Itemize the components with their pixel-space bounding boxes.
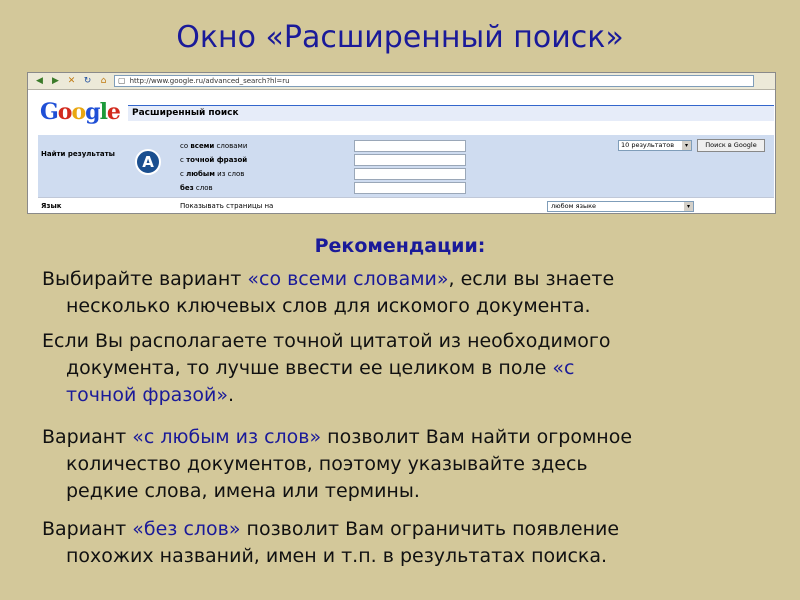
option-without-words: без слов (180, 184, 213, 192)
home-icon[interactable]: ⌂ (98, 76, 109, 87)
logo-letter: l (99, 99, 108, 125)
recommendation-2: Если Вы располагаете точной цитатой из н… (42, 330, 611, 406)
recommendations-title: Рекомендации: (314, 235, 486, 257)
language-value: любом языке (551, 202, 597, 210)
language-row: Язык Показывать страницы на любом языке … (38, 197, 774, 213)
address-url: http://www.google.ru/advanced_search?hl=… (129, 77, 290, 85)
forward-icon[interactable]: ▶ (50, 76, 61, 87)
exact-phrase-input[interactable] (354, 154, 466, 166)
all-words-input[interactable] (354, 140, 466, 152)
option-any-words: с любым из слов (180, 170, 245, 178)
google-search-button[interactable]: Поиск в Google (697, 139, 765, 152)
back-icon[interactable]: ◀ (34, 76, 45, 87)
address-bar[interactable]: ▢ http://www.google.ru/advanced_search?h… (114, 75, 754, 87)
recommendation-1: Выбирайте вариант «со всеми словами», ес… (42, 268, 615, 317)
google-logo[interactable]: Google (40, 99, 121, 125)
browser-screenshot: ◀ ▶ ✕ ↻ ⌂ ▢ http://www.google.ru/advance… (27, 72, 776, 214)
page-header: Расширенный поиск (128, 105, 774, 121)
slide-title: Окно «Расширенный поиск» (176, 20, 624, 55)
recommendation-3: Вариант «с любым из слов» позволит Вам н… (42, 426, 633, 502)
option-exact-phrase: с точной фразой (180, 156, 248, 164)
stop-icon[interactable]: ✕ (66, 76, 77, 87)
logo-letter: o (57, 99, 73, 125)
language-label: Язык (41, 202, 62, 210)
option-all-words: со всеми словами (180, 142, 248, 150)
without-words-input[interactable] (354, 182, 466, 194)
results-count-value: 10 результатов (621, 141, 675, 149)
language-select[interactable]: любом языке ▾ (547, 201, 694, 212)
browser-toolbar: ◀ ▶ ✕ ↻ ⌂ ▢ http://www.google.ru/advance… (28, 73, 775, 90)
language-text: Показывать страницы на (180, 202, 274, 210)
logo-letter: g (85, 99, 100, 125)
any-words-input[interactable] (354, 168, 466, 180)
recommendation-4: Вариант «без слов» позволит Вам ограничи… (42, 518, 620, 567)
search-form: Найти результаты A со всеми словами с то… (38, 135, 774, 197)
logo-letter: o (71, 99, 86, 125)
results-count-select[interactable]: 10 результатов ▾ (618, 140, 692, 151)
logo-letter: G (40, 99, 59, 125)
refresh-icon[interactable]: ↻ (82, 76, 93, 87)
chevron-down-icon: ▾ (684, 202, 693, 211)
logo-letter: e (106, 99, 121, 125)
chevron-down-icon: ▾ (682, 141, 691, 150)
find-results-label: Найти результаты (41, 150, 115, 158)
badge-a: A (135, 149, 161, 175)
page-icon: ▢ (118, 76, 126, 85)
